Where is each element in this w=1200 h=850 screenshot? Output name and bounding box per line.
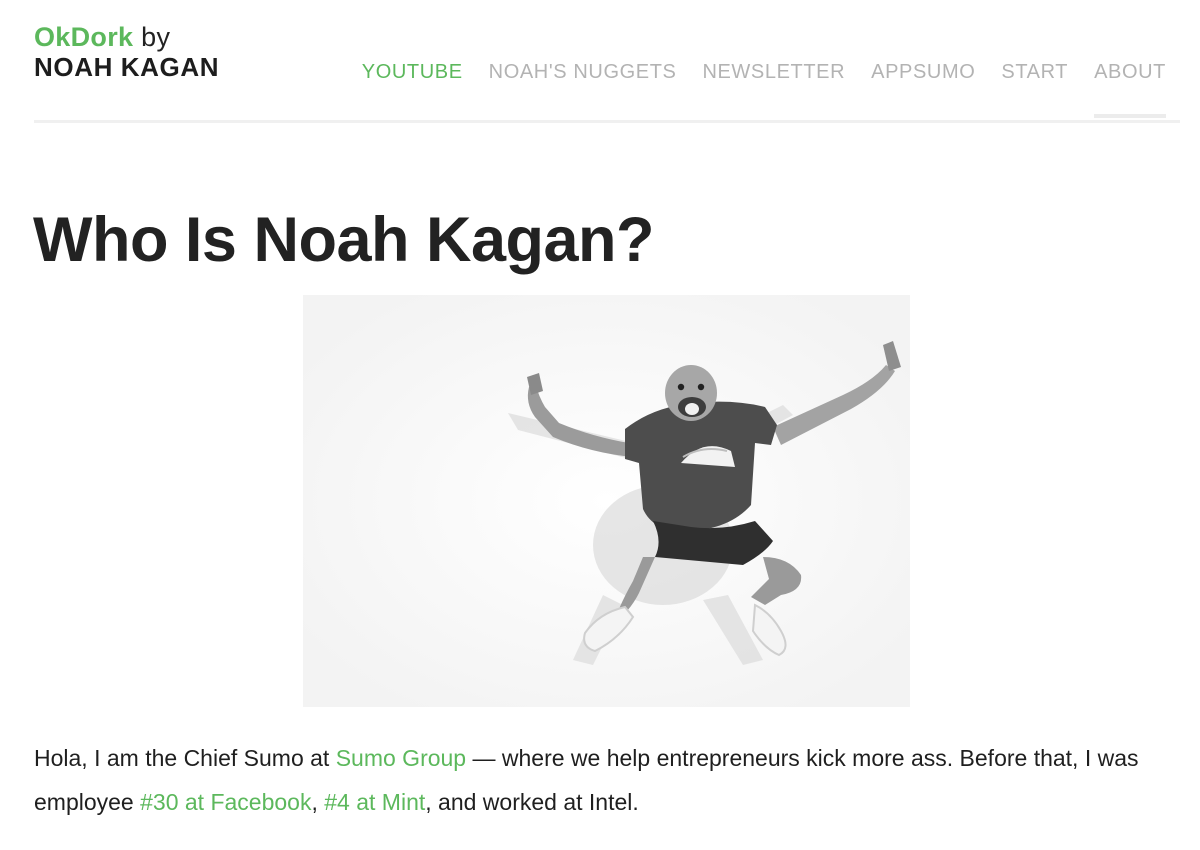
facebook-link[interactable]: #30 at Facebook bbox=[140, 789, 311, 815]
nav-newsletter[interactable]: NEWSLETTER bbox=[702, 60, 845, 118]
intro-paragraph: Hola, I am the Chief Sumo at Sumo Group … bbox=[34, 736, 1174, 824]
nav-youtube[interactable]: YOUTUBE bbox=[362, 60, 463, 118]
main-nav: YOUTUBE NOAH'S NUGGETS NEWSLETTER APPSUM… bbox=[362, 60, 1166, 118]
logo-line-1: OkDork by bbox=[34, 22, 219, 52]
person-jumping-photo-icon bbox=[303, 295, 910, 707]
site-header: OkDork by NOAH KAGAN YOUTUBE NOAH'S NUGG… bbox=[0, 0, 1200, 124]
logo-by: by bbox=[141, 22, 171, 52]
header-divider bbox=[34, 120, 1180, 123]
site-logo[interactable]: OkDork by NOAH KAGAN bbox=[34, 22, 219, 82]
nav-appsumo[interactable]: APPSUMO bbox=[871, 60, 975, 118]
intro-text-1: Hola, I am the Chief Sumo at bbox=[34, 745, 336, 771]
intro-text-3: , bbox=[311, 789, 325, 815]
hero-photo bbox=[303, 295, 910, 707]
nav-about[interactable]: ABOUT bbox=[1094, 60, 1166, 118]
nav-noahs-nuggets[interactable]: NOAH'S NUGGETS bbox=[489, 60, 677, 118]
logo-brand: OkDork bbox=[34, 22, 134, 52]
intro-text-4: , and worked at Intel. bbox=[425, 789, 639, 815]
mint-link[interactable]: #4 at Mint bbox=[324, 789, 425, 815]
sumo-group-link[interactable]: Sumo Group bbox=[336, 745, 466, 771]
page-title: Who Is Noah Kagan? bbox=[33, 205, 655, 275]
logo-author: NOAH KAGAN bbox=[34, 52, 220, 82]
nav-start[interactable]: START bbox=[1001, 60, 1068, 118]
